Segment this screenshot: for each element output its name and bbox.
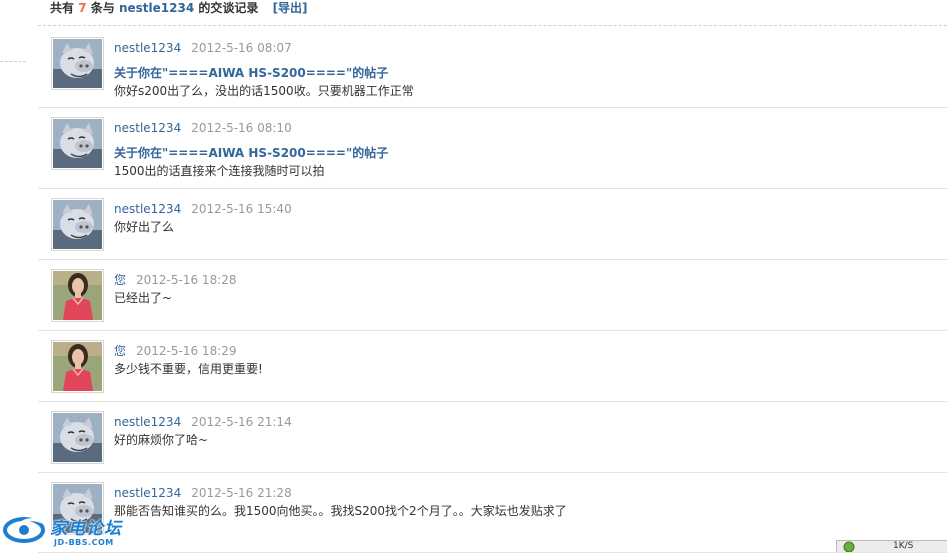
- network-icon: [843, 541, 855, 556]
- message-subject: 关于你在"====AIWA HS-S200===="的帖子: [114, 146, 389, 160]
- message-meta: nestle1234 2012-5-16 21:14: [114, 415, 292, 429]
- sender-name-link[interactable]: nestle1234: [114, 415, 181, 429]
- logo-icon: [3, 517, 45, 543]
- summary-prefix: 共有: [50, 1, 75, 15]
- message-meta: nestle1234 2012-5-16 08:10: [114, 121, 292, 135]
- sender-name-link[interactable]: nestle1234: [114, 41, 181, 55]
- sender-name-link[interactable]: 您: [114, 344, 126, 358]
- sidebar-divider: [0, 61, 26, 62]
- site-watermark: 家电论坛 JD-BBS.COM: [2, 512, 128, 550]
- conversation-summary: 共有 7 条与 nestle1234 的交谈记录 [导出]: [50, 0, 308, 18]
- message-text: 你好s200出了么，没出的话1500收。只要机器工作正常: [114, 84, 414, 98]
- watermark-url: JD-BBS.COM: [54, 538, 114, 547]
- sender-name-link[interactable]: nestle1234: [114, 202, 181, 216]
- message-text: 你好出了么: [114, 220, 175, 234]
- message-item: 您 2012-5-16 18:28 已经出了~: [38, 260, 947, 331]
- export-link[interactable]: [导出]: [273, 1, 308, 15]
- sender-name-link[interactable]: nestle1234: [114, 121, 181, 135]
- partner-username-link[interactable]: nestle1234: [119, 1, 194, 15]
- message-item: nestle1234 2012-5-16 08:07 关于你在"====AIWA H…: [38, 28, 947, 108]
- message-timestamp: 2012-5-16 21:14: [191, 415, 292, 429]
- status-bar: 1K/S: [836, 540, 947, 553]
- avatar[interactable]: [51, 340, 104, 393]
- message-text: 多少钱不重要，信用更重要!: [114, 362, 263, 376]
- status-speed: 1K/S: [893, 541, 914, 551]
- avatar[interactable]: [51, 117, 104, 170]
- message-item: nestle1234 2012-5-16 15:40 你好出了么: [38, 189, 947, 260]
- message-text: 好的麻烦你了哈~: [114, 433, 209, 447]
- message-timestamp: 2012-5-16 18:28: [136, 273, 237, 287]
- header-divider: [38, 25, 947, 26]
- message-item: nestle1234 2012-5-16 08:10 关于你在"====AIWA H…: [38, 108, 947, 189]
- avatar[interactable]: [51, 198, 104, 251]
- message-item: 您 2012-5-16 18:29 多少钱不重要，信用更重要!: [38, 331, 947, 402]
- message-subject: 关于你在"====AIWA HS-S200===="的帖子: [114, 66, 389, 80]
- message-count: 7: [78, 1, 87, 15]
- message-item: nestle1234 2012-5-16 21:28 那能否告知谁买的么。我1500…: [38, 473, 947, 553]
- message-timestamp: 2012-5-16 08:10: [191, 121, 292, 135]
- summary-suffix: 的交谈记录: [198, 1, 259, 15]
- message-meta: nestle1234 2012-5-16 15:40: [114, 202, 292, 216]
- message-meta: nestle1234 2012-5-16 21:28: [114, 486, 292, 500]
- message-text: 1500出的话直接来个连接我随时可以拍: [114, 164, 325, 178]
- message-timestamp: 2012-5-16 18:29: [136, 344, 237, 358]
- summary-middle: 条与: [90, 1, 115, 15]
- message-meta: 您 2012-5-16 18:29: [114, 344, 237, 358]
- message-timestamp: 2012-5-16 21:28: [191, 486, 292, 500]
- message-text: 那能否告知谁买的么。我1500向他买。。我找S200找个2个月了。。大家坛也发贴…: [114, 504, 567, 518]
- sender-name-link[interactable]: 您: [114, 273, 126, 287]
- message-meta: nestle1234 2012-5-16 08:07: [114, 41, 292, 55]
- avatar[interactable]: [51, 411, 104, 464]
- message-meta: 您 2012-5-16 18:28: [114, 273, 237, 287]
- message-item: nestle1234 2012-5-16 21:14 好的麻烦你了哈~: [38, 402, 947, 473]
- message-text: 已经出了~: [114, 291, 173, 305]
- sender-name-link[interactable]: nestle1234: [114, 486, 181, 500]
- message-timestamp: 2012-5-16 08:07: [191, 41, 292, 55]
- message-timestamp: 2012-5-16 15:40: [191, 202, 292, 216]
- avatar[interactable]: [51, 37, 104, 90]
- watermark-brand: 家电论坛: [50, 519, 122, 539]
- avatar[interactable]: [51, 269, 104, 322]
